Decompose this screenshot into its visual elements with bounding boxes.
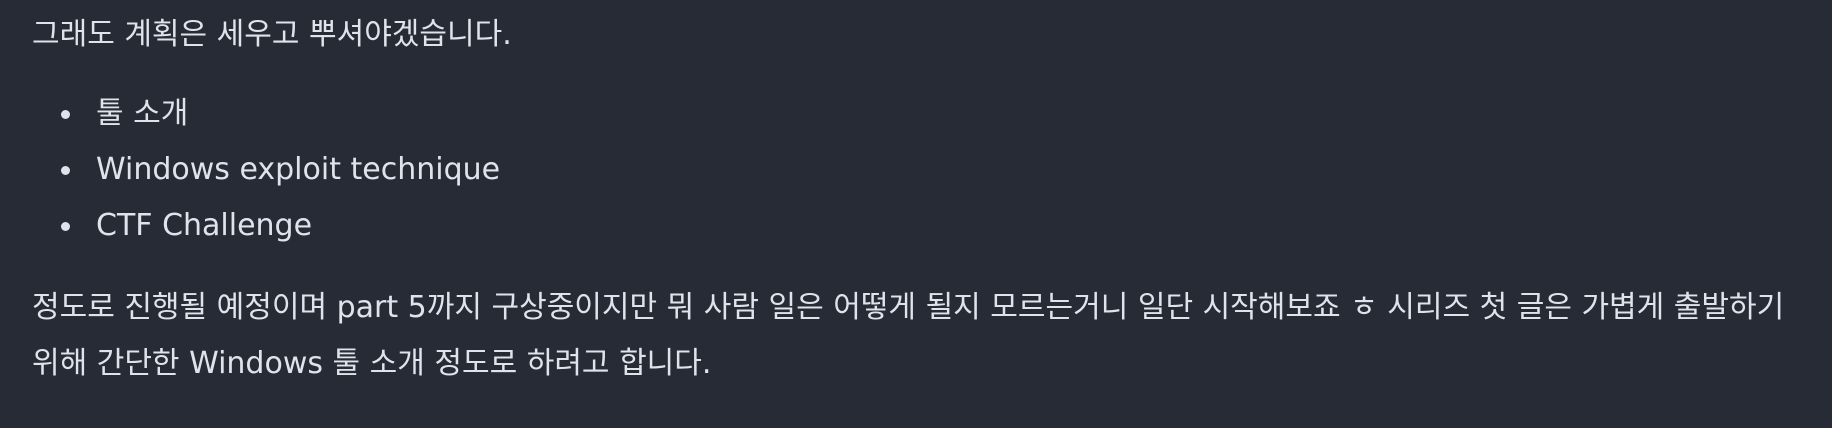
list-item-text: CTF Challenge	[96, 208, 313, 243]
list-item-windows-exploit: Windows exploit technique	[32, 142, 500, 198]
list-item-text: Windows exploit technique	[96, 152, 501, 187]
body-paragraph: 정도로 진행될 예정이며 part 5까지 구상중이지만 뭐 사람 일은 어떻게…	[32, 290, 1785, 381]
bullet-icon	[61, 222, 70, 231]
bullet-icon	[61, 110, 70, 119]
post-content: 그래도 계획은 세우고 뿌셔야겠습니다. 툴 소개 Windows exploi…	[0, 0, 1832, 428]
intro-paragraph: 그래도 계획은 세우고 뿌셔야겠습니다.	[32, 17, 512, 52]
plan-list: 툴 소개 Windows exploit technique CTF Chall…	[32, 86, 500, 254]
list-item-text: 툴 소개	[96, 96, 189, 131]
bullet-icon	[61, 166, 70, 175]
list-item-ctf: CTF Challenge	[32, 198, 500, 254]
list-item-tools: 툴 소개	[32, 86, 500, 142]
